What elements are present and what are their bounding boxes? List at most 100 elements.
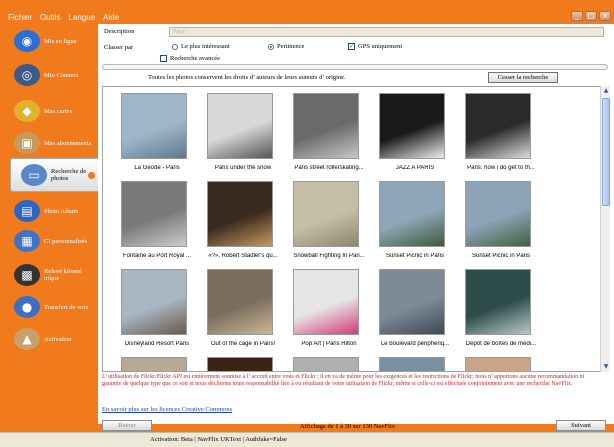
menu-fichier[interactable]: Fichier xyxy=(8,13,32,22)
photo-caption: Le boulevard périphériq... xyxy=(380,341,450,347)
photo-image[interactable] xyxy=(379,357,445,371)
photo-thumbnail[interactable]: Fontaine au Port Royal ... xyxy=(109,177,199,267)
activation-icon: ▲ xyxy=(14,328,40,350)
back-button[interactable]: Retour xyxy=(102,420,152,431)
scroll-up-icon[interactable]: ▲ xyxy=(601,86,611,96)
photo-thumbnail[interactable] xyxy=(195,353,285,371)
photo-image[interactable] xyxy=(207,357,273,371)
photo-thumbnail[interactable] xyxy=(109,353,199,371)
photo-image[interactable] xyxy=(207,93,273,159)
photo-image[interactable] xyxy=(293,269,359,335)
photo-thumbnail[interactable] xyxy=(281,353,371,371)
sidebar-item-label: Mes abonnements xyxy=(44,139,92,147)
sidebar-item-activation[interactable]: ▲ Activation xyxy=(4,322,98,356)
page-info: Affichage de 1 à 30 sur 130 NavFlix xyxy=(300,423,396,430)
radio-interesting[interactable] xyxy=(172,43,178,50)
photo-image[interactable] xyxy=(121,269,187,335)
sidebar-item-photo-album[interactable]: ▤ Photo Album xyxy=(4,194,98,228)
photo-caption: Disneyland Resort Paris xyxy=(124,341,190,347)
photo-thumbnail[interactable]: Paris: how i do get to th... xyxy=(453,89,543,179)
sidebar-item-label: Photo Album xyxy=(44,207,79,215)
photo-image[interactable] xyxy=(207,181,273,247)
photo-caption: Snowball Fighting In Pari... xyxy=(293,253,365,259)
photo-image[interactable] xyxy=(379,93,445,159)
photo-image[interactable] xyxy=(465,357,531,371)
sidebar-item-label: Transfert de voix xyxy=(44,303,89,311)
sidebar-item-odometer[interactable]: ▩ Relevé kilomé trique xyxy=(4,258,98,292)
photo-image[interactable] xyxy=(293,181,359,247)
sidebar-item-connect[interactable]: ◎ Mio Connect xyxy=(4,58,98,92)
sidebar-item-label: Relevé kilomé trique xyxy=(44,268,82,282)
photo-thumbnail[interactable]: Paris street rollerskating... xyxy=(281,89,371,179)
photo-caption: JAZZ A PARIS xyxy=(395,165,435,171)
sidebar-item-map[interactable]: ◆ Mes cartes xyxy=(4,94,98,128)
photo-thumbnail[interactable] xyxy=(367,353,457,371)
photo-thumbnail[interactable]: JAZZ A PARIS xyxy=(367,89,457,179)
photo-thumbnail[interactable]: Dépôt de boîtes de médi... xyxy=(453,265,543,355)
photo-image[interactable] xyxy=(121,181,187,247)
sidebar-item-label: CI personnalisés xyxy=(44,237,88,245)
menu-bar: Fichier Outils Langue Aide xyxy=(0,11,614,24)
photo-thumbnail[interactable]: La Geode - Paris xyxy=(109,89,199,179)
checkbox-box[interactable] xyxy=(160,55,167,63)
sort-option-interesting[interactable]: Le plus intéressant xyxy=(172,43,230,50)
photo-image[interactable] xyxy=(293,357,359,371)
scrollbar-thumb[interactable] xyxy=(602,98,610,206)
menu-langue[interactable]: Langue xyxy=(68,13,95,22)
photo-image[interactable] xyxy=(121,93,187,159)
custom-poi-icon: ▦ xyxy=(14,230,40,252)
subscriptions-icon: ▣ xyxy=(14,132,40,154)
description-field[interactable]: Paris xyxy=(169,27,604,37)
search-progress-bar xyxy=(102,64,608,70)
close-icon[interactable]: × xyxy=(599,11,611,21)
sidebar-item-voice[interactable]: ● Transfert de voix xyxy=(4,290,98,324)
photo-image[interactable] xyxy=(465,269,531,335)
creative-commons-link[interactable]: En savoir plus sur les licences Creative… xyxy=(102,406,232,413)
description-label: Description xyxy=(104,28,135,35)
sort-option-relevance[interactable]: Pertinence xyxy=(268,43,304,50)
photo-thumbnail[interactable]: Sunset Picnic in Paris xyxy=(453,177,543,267)
radio-relevance[interactable] xyxy=(268,43,274,50)
menu-aide[interactable]: Aide xyxy=(103,13,119,22)
sidebar-item-search-photos[interactable]: ▭ Recherche de photos xyxy=(10,158,100,192)
menu-outils[interactable]: Outils xyxy=(40,13,60,22)
photo-caption: Paris street rollerskating... xyxy=(294,165,364,171)
photo-caption: Paris under the snow xyxy=(214,165,272,171)
scroll-down-icon[interactable]: ▼ xyxy=(601,362,611,372)
sidebar-item-globe[interactable]: ◉ Mis en ligne xyxy=(4,24,98,58)
photo-thumbnail[interactable]: «?», Robert Stadler's qu... xyxy=(195,177,285,267)
sidebar: ◉ Mis en ligne ◎ Mio Connect ◆ Mes cartes ▣ Mes… xyxy=(4,24,100,424)
photo-thumbnail[interactable]: Paris under the snow xyxy=(195,89,285,179)
photo-thumbnail[interactable] xyxy=(453,353,543,371)
photo-thumbnail[interactable]: Out of the cage in Paris! xyxy=(195,265,285,355)
photo-search-panel: Description Paris Classer par Le plus in… xyxy=(98,24,614,431)
photo-image[interactable] xyxy=(465,93,531,159)
photo-grid-scrollbar[interactable]: ▲ ▼ xyxy=(600,86,610,372)
sidebar-item-label: Activation xyxy=(44,335,72,343)
photo-thumbnail[interactable]: Le boulevard périphériq... xyxy=(367,265,457,355)
photo-image[interactable] xyxy=(293,93,359,159)
gps-only-checkbox[interactable]: ✓ GPS uniquement xyxy=(348,43,402,51)
photo-image[interactable] xyxy=(379,181,445,247)
photo-thumbnail[interactable]: Pop Art | Paris Hilton xyxy=(281,265,371,355)
advanced-search-checkbox[interactable]: Recherche avancée xyxy=(160,55,220,63)
next-button[interactable]: Suivant xyxy=(556,420,606,431)
photo-image[interactable] xyxy=(465,181,531,247)
photo-thumbnail[interactable]: Sunset Picnic in Paris xyxy=(367,177,457,267)
maximize-icon[interactable]: □ xyxy=(585,11,597,21)
photo-image[interactable] xyxy=(207,269,273,335)
flickr-disclaimer: L’ utilisation de Flickr/Flickr API est … xyxy=(102,374,585,387)
minimize-icon[interactable]: _ xyxy=(571,11,583,21)
stop-search-button[interactable]: Cesser la recherche xyxy=(488,72,558,83)
photo-album-icon: ▤ xyxy=(14,200,40,222)
sidebar-item-subscriptions[interactable]: ▣ Mes abonnements xyxy=(4,126,98,160)
photo-image[interactable] xyxy=(379,269,445,335)
copyright-notice: Toutes les photos conservent les droits … xyxy=(148,74,346,81)
photo-thumbnail[interactable]: Disneyland Resort Paris xyxy=(109,265,199,355)
photo-caption: Fontaine au Port Royal ... xyxy=(122,253,192,259)
photo-thumbnail[interactable]: Snowball Fighting In Pari... xyxy=(281,177,371,267)
connect-icon: ◎ xyxy=(14,64,40,86)
sidebar-item-custom-poi[interactable]: ▦ CI personnalisés xyxy=(4,224,98,258)
check-icon[interactable]: ✓ xyxy=(348,43,355,51)
photo-image[interactable] xyxy=(121,357,187,371)
